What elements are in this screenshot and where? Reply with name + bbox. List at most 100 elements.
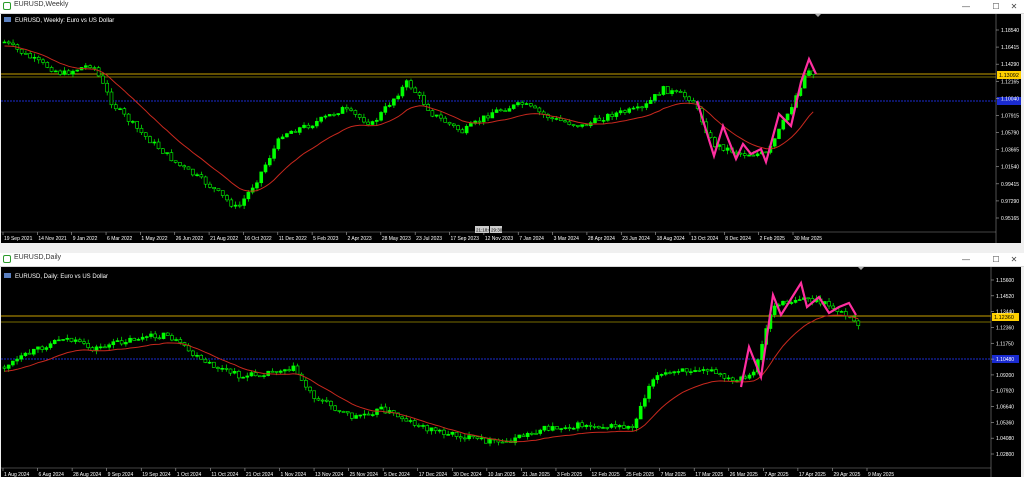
candle-body	[710, 369, 714, 372]
candle-body	[58, 70, 62, 75]
candle-body	[555, 426, 559, 430]
candle-body	[103, 346, 107, 349]
maximize-icon[interactable]: ☐	[990, 1, 1002, 12]
candle-body	[648, 99, 653, 104]
daily-date-tick-label: 1 Oct 2024	[177, 472, 202, 477]
candle-body	[75, 69, 80, 72]
weekly-chart-window[interactable]: EURUSD,Weekly — ☐ ✕ EURUSD, Weekly: Euro…	[0, 0, 1024, 243]
candle-body	[27, 352, 32, 355]
candle-body	[371, 414, 375, 416]
daily-chart-canvas[interactable]: EURUSD, Daily: Euro vs US Dollar 1.12360…	[1, 267, 1023, 478]
window-separator	[0, 243, 1024, 253]
candle-body	[238, 204, 242, 207]
candle-body	[182, 165, 187, 168]
candle-body	[105, 82, 109, 93]
daily-chart-svg[interactable]: EURUSD, Daily: Euro vs US Dollar 1.12360…	[1, 267, 1021, 478]
weekly-date-tick-label: 11 Dec 2022	[279, 236, 307, 242]
daily-price-tick-label: 1.06640	[996, 405, 1014, 411]
minimize-icon[interactable]: —	[960, 1, 972, 12]
candle-body	[657, 94, 661, 96]
candle-body	[195, 174, 199, 176]
candle-body	[631, 107, 636, 110]
maximize-icon[interactable]: ☐	[990, 254, 1002, 265]
candle-body	[73, 339, 78, 342]
candle-body	[153, 333, 157, 339]
candle-body	[40, 346, 44, 350]
candle-body	[107, 344, 111, 348]
candle-body	[86, 343, 91, 348]
candle-body	[464, 125, 469, 134]
candle-body	[439, 114, 443, 119]
candle-body	[152, 141, 157, 144]
weekly-title-bar[interactable]: EURUSD,Weekly — ☐ ✕	[0, 0, 1024, 14]
candle-body	[270, 370, 275, 373]
candle-body	[488, 438, 492, 444]
candle-body	[701, 369, 706, 371]
candle-body	[469, 123, 473, 127]
candle-body	[71, 70, 75, 75]
weekly-price-tick-label: 1.10040	[1001, 96, 1019, 102]
candle-body	[537, 107, 542, 113]
candle-body	[785, 113, 790, 121]
close-icon[interactable]: ✕	[1008, 1, 1020, 12]
candle-body	[11, 42, 15, 45]
candle-body	[475, 436, 480, 439]
candle-body	[370, 121, 375, 125]
candle-body	[542, 425, 547, 431]
candle-body	[781, 119, 786, 130]
weekly-price-tick-label: 0.97290	[1001, 199, 1019, 205]
candle-body	[708, 132, 713, 138]
candle-body	[308, 386, 312, 392]
candle-body	[131, 121, 135, 123]
daily-date-tick-label: 30 Dec 2024	[453, 472, 482, 477]
candle-body	[216, 188, 221, 191]
candle-body	[111, 341, 116, 346]
candle-body	[613, 424, 618, 428]
candle-body	[665, 86, 670, 95]
candle-body	[408, 420, 413, 422]
daily-date-tick-label: 17 Apr 2025	[799, 472, 826, 477]
weekly-chart-canvas[interactable]: EURUSD, Weekly: Euro vs US Dollar 1.1309…	[1, 14, 1023, 243]
daily-title-bar[interactable]: EURUSD,Daily — ☐ ✕	[0, 253, 1024, 267]
daily-chart-window[interactable]: EURUSD,Daily — ☐ ✕ EURUSD, Daily: Euro v…	[0, 253, 1024, 478]
candle-body	[287, 369, 291, 371]
candle-body	[345, 107, 349, 110]
candle-body	[199, 355, 204, 360]
candle-body	[225, 195, 229, 201]
candle-body	[610, 113, 614, 117]
weekly-date-tick-label: 17 Sep 2023	[451, 236, 480, 242]
candle-body	[216, 367, 220, 369]
candle-body	[315, 121, 319, 127]
candle-body	[684, 368, 689, 373]
candle-body	[211, 361, 216, 368]
weekly-price-tick-label: 1.05790	[1001, 131, 1019, 137]
candle-body	[521, 434, 526, 437]
candle-body	[274, 371, 279, 373]
candle-body	[161, 332, 166, 339]
candle-body	[609, 424, 614, 428]
candle-body	[442, 429, 446, 435]
minimize-icon[interactable]: —	[960, 254, 972, 265]
candle-body	[48, 343, 53, 348]
candle-body	[145, 336, 149, 338]
candle-body	[291, 365, 296, 371]
weekly-date-tick-label: 21 Aug 2022	[210, 236, 238, 242]
daily-price-tick-label: 1.09200	[996, 373, 1014, 379]
daily-date-tick-label: 19 Sep 2024	[142, 472, 171, 477]
candle-body	[481, 115, 486, 123]
candle-body	[23, 352, 28, 356]
candle-body	[36, 346, 40, 350]
daily-date-tick-label: 7 Mar 2025	[661, 472, 687, 477]
candle-body	[434, 114, 439, 117]
candle-body	[554, 118, 559, 120]
close-icon[interactable]: ✕	[1008, 254, 1020, 265]
candle-body	[630, 425, 635, 429]
candle-body	[831, 305, 836, 309]
candle-body	[178, 339, 183, 343]
candle-body	[538, 429, 543, 434]
candle-body	[404, 80, 409, 88]
weekly-chart-svg[interactable]: EURUSD, Weekly: Euro vs US Dollar 1.1309…	[1, 14, 1021, 243]
candle-body	[262, 375, 266, 377]
candle-body	[584, 124, 589, 127]
candle-body	[634, 418, 639, 429]
